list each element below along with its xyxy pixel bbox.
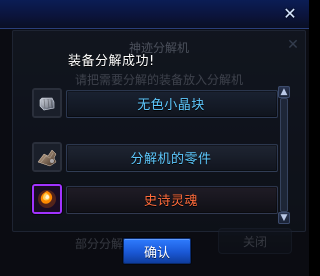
triangle-down-icon[interactable]: ▼ xyxy=(278,212,290,224)
close-icon[interactable]: ✕ xyxy=(281,6,299,22)
reward-item: 史诗灵魂 xyxy=(26,180,278,218)
modal-title-bar: ✕ xyxy=(0,0,309,29)
reward-item: 分解机的零件 xyxy=(26,138,278,176)
scroll-track[interactable] xyxy=(280,98,288,212)
triangle-up-icon[interactable]: ▲ xyxy=(278,86,290,98)
reward-item-label: 史诗灵魂 xyxy=(143,193,198,209)
reward-item: 无色小晶块 xyxy=(26,84,278,122)
game-ui-stage: 神迹分解机 ✕ 请把需要分解的装备放入分解机 部分分解（A） 关闭 ✕ 装备分解… xyxy=(0,0,309,276)
epic-soul-icon xyxy=(32,184,62,214)
success-headline: 装备分解成功! xyxy=(68,54,155,69)
disassemble-success-modal: ✕ 装备分解成功! 无色小晶块 分解机的零件 史诗灵魂 ▲ ▼ 确认 xyxy=(0,0,309,276)
reward-item-label: 分解机的零件 xyxy=(130,151,212,167)
machine-parts-icon xyxy=(32,142,62,172)
reward-item-label: 无色小晶块 xyxy=(137,97,205,113)
reward-list: 无色小晶块 分解机的零件 史诗灵魂 xyxy=(26,84,278,228)
confirm-button[interactable]: 确认 xyxy=(123,238,191,264)
colorless-crystal-icon xyxy=(32,88,62,118)
reward-list-scrollbar[interactable]: ▲ ▼ xyxy=(278,86,290,224)
